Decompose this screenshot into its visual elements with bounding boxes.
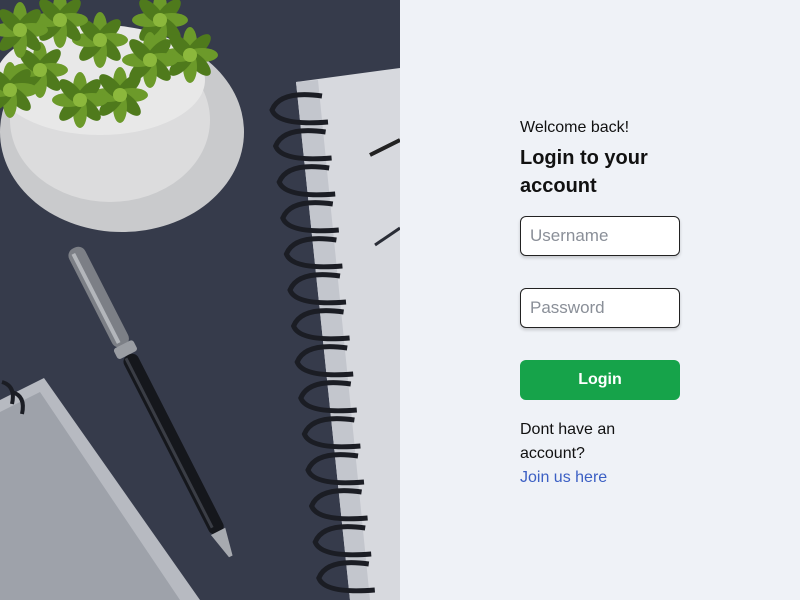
login-button[interactable]: Login xyxy=(520,360,680,400)
password-input[interactable] xyxy=(520,288,680,328)
succulent-rosette xyxy=(122,32,178,88)
login-page: Welcome back! Login to your account Logi… xyxy=(0,0,800,600)
desk-photo-image xyxy=(0,0,400,600)
login-panel: Welcome back! Login to your account Logi… xyxy=(400,0,800,600)
login-heading: Login to your account xyxy=(520,147,648,197)
signup-link[interactable]: Join us here xyxy=(520,466,607,490)
login-form: Welcome back! Login to your account Logi… xyxy=(520,118,680,490)
hero-image xyxy=(0,0,400,600)
username-input[interactable] xyxy=(520,216,680,256)
greeting-text: Welcome back! xyxy=(520,119,630,136)
succulent-rosette xyxy=(52,72,108,128)
signup-prompt: Dont have an account? xyxy=(520,421,616,462)
